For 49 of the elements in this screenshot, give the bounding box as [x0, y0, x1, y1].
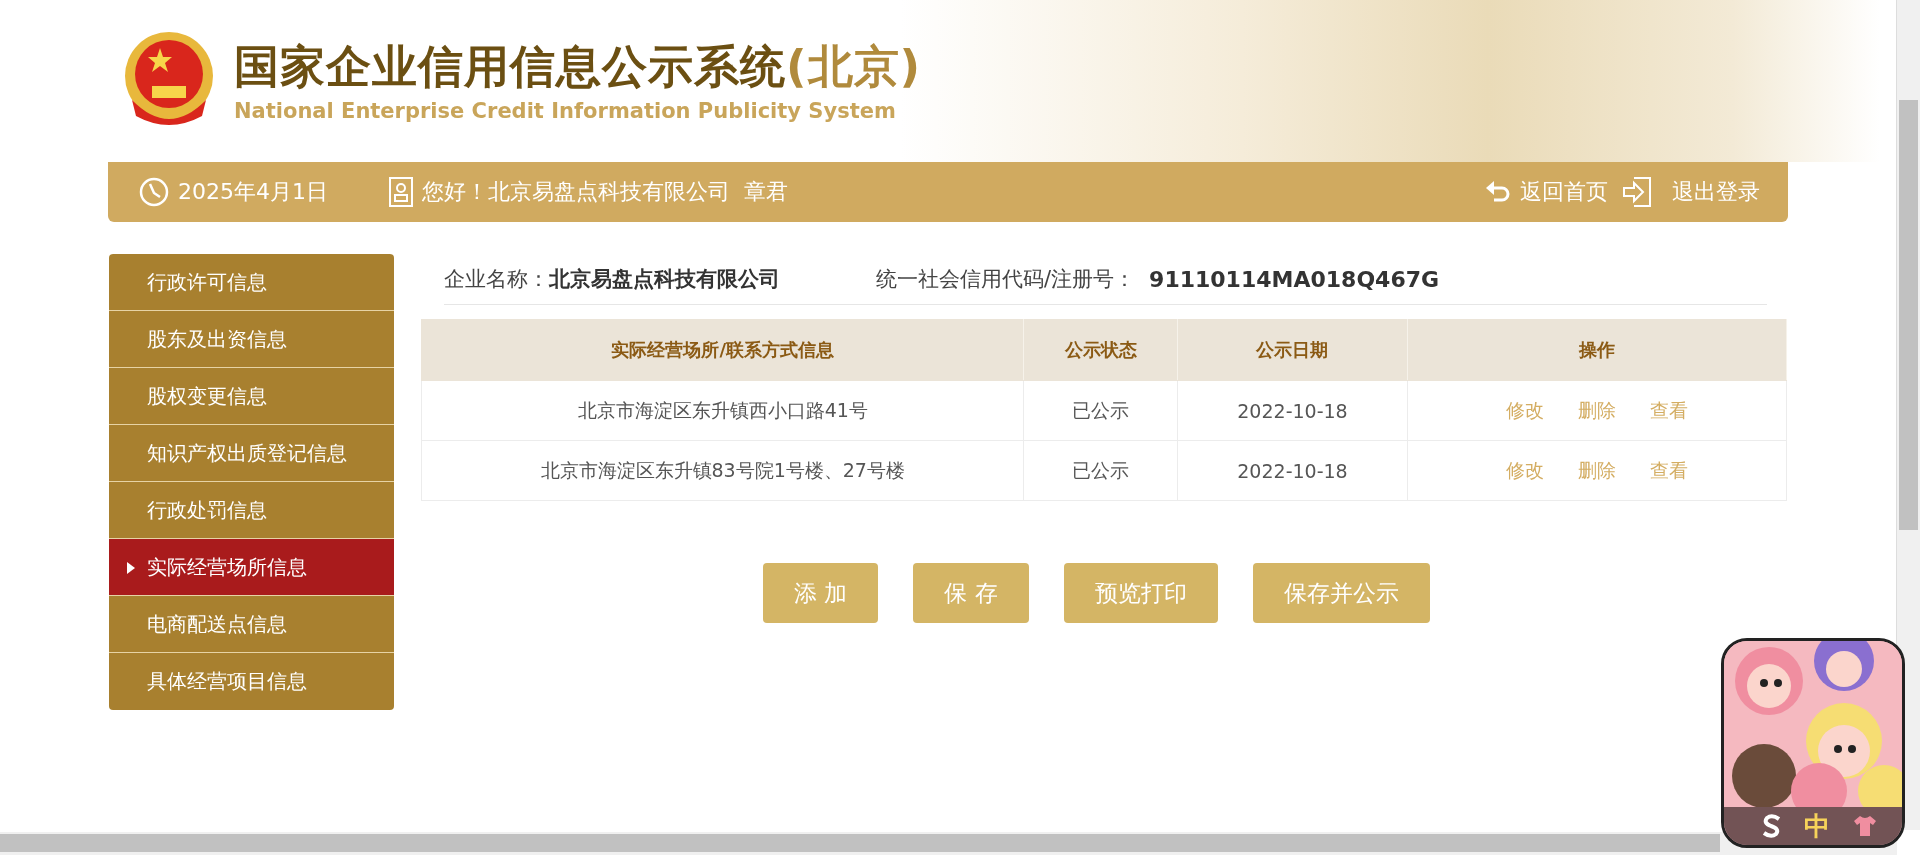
date-text: 2025年4月1日 — [178, 178, 328, 206]
company-name-label: 企业名称： — [444, 266, 549, 293]
column-header: 实际经营场所/联系方式信息 — [421, 319, 1024, 381]
delete-link[interactable]: 删除 — [1577, 398, 1616, 421]
user-card-icon — [388, 176, 414, 208]
credit-code-label: 统一社会信用代码/注册号： — [876, 266, 1136, 293]
column-header: 公示状态 — [1024, 319, 1178, 381]
sidebar-item[interactable]: 实际经营场所信息 — [109, 539, 394, 596]
column-header: 公示日期 — [1177, 319, 1408, 381]
table-cell: 北京市海淀区东升镇西小口路41号 — [421, 380, 1024, 441]
sidebar-item[interactable]: 具体经营项目信息 — [109, 653, 394, 710]
table-cell: 2022-10-18 — [1177, 440, 1408, 501]
triangle-icon — [127, 562, 135, 574]
s-logo-icon — [1762, 814, 1782, 838]
vertical-scrollbar-thumb[interactable] — [1899, 100, 1918, 530]
region-title: (北京) — [786, 40, 922, 93]
action-button[interactable]: 预览打印 — [1063, 563, 1218, 623]
view-link[interactable]: 查看 — [1649, 398, 1688, 421]
exit-icon — [1622, 176, 1652, 208]
view-link[interactable]: 查看 — [1649, 458, 1688, 481]
edit-link[interactable]: 修改 — [1505, 398, 1544, 421]
logout-link[interactable]: 退出登录 — [1672, 177, 1760, 207]
column-header: 操作 — [1407, 319, 1787, 381]
table-cell: 已公示 — [1024, 380, 1178, 441]
sidebar-item[interactable]: 行政许可信息 — [109, 254, 394, 311]
clock-icon — [138, 176, 170, 208]
credit-code: 91110114MA018Q467G — [1149, 266, 1440, 292]
edit-link[interactable]: 修改 — [1505, 458, 1544, 481]
sidebar-item[interactable]: 股东及出资信息 — [109, 311, 394, 368]
greeting-text: 您好！北京易盘点科技有限公司 章君 — [422, 178, 788, 206]
horizontal-scrollbar-thumb[interactable] — [0, 834, 1720, 852]
delete-link[interactable]: 删除 — [1577, 458, 1616, 481]
table-cell: 北京市海淀区东升镇83号院1号楼、27号楼 — [421, 440, 1024, 501]
ime-widget[interactable]: 中 — [1721, 638, 1905, 848]
action-button[interactable]: 保 存 — [913, 563, 1029, 623]
action-button[interactable]: 添 加 — [763, 563, 879, 623]
input-mode-text: 中 — [1804, 809, 1830, 843]
site-subtitle: National Enterprise Credit Information Publicity System — [234, 99, 896, 123]
sidebar-item[interactable]: 股权变更信息 — [109, 368, 394, 425]
action-button[interactable]: 保存并公示 — [1252, 563, 1430, 623]
table-cell: 2022-10-18 — [1177, 380, 1408, 441]
table-cell: 已公示 — [1024, 440, 1178, 501]
shirt-icon — [1852, 814, 1878, 838]
sidebar-item[interactable]: 行政处罚信息 — [109, 482, 394, 539]
site-title: 国家企业信用信息公示系统 — [234, 40, 786, 93]
company-name: 北京易盘点科技有限公司 — [549, 266, 780, 293]
sidebar-item[interactable]: 知识产权出质登记信息 — [109, 425, 394, 482]
sidebar-item[interactable]: 电商配送点信息 — [109, 596, 394, 653]
home-link[interactable]: 返回首页 — [1520, 177, 1608, 207]
